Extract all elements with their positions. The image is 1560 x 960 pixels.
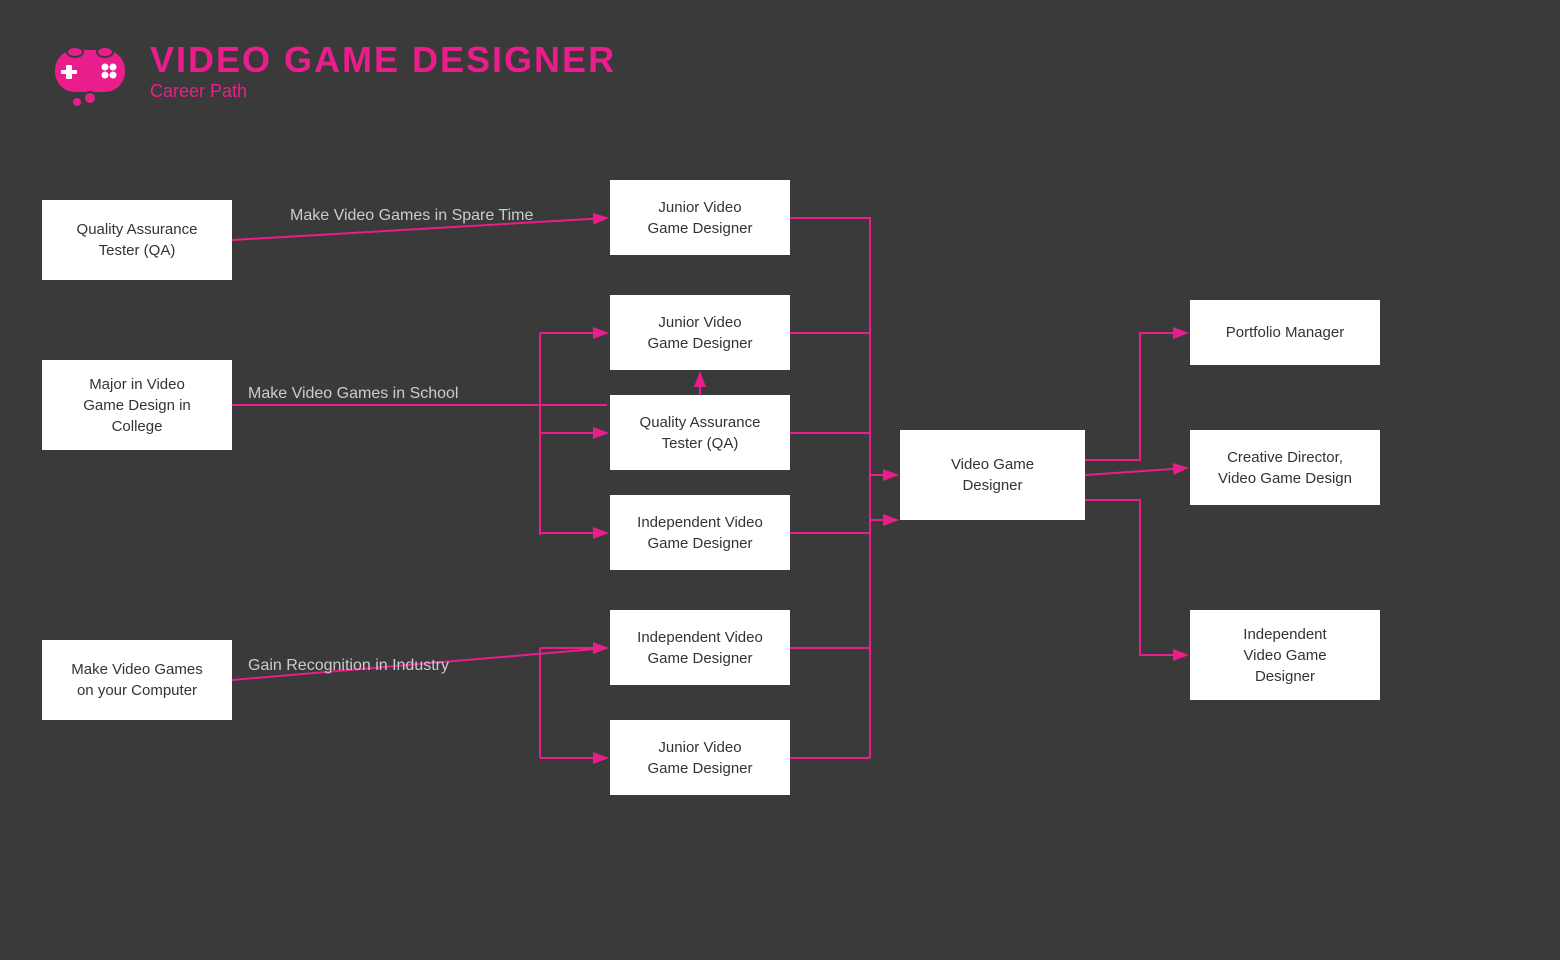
svg-text:Gain Recognition in Industry: Gain Recognition in Industry xyxy=(248,657,449,674)
node-portfolio-manager: Portfolio Manager xyxy=(1190,300,1380,365)
node-junior-bottom: Junior Video Game Designer xyxy=(610,720,790,795)
svg-text:Make Video Games in Spare Time: Make Video Games in Spare Time xyxy=(290,207,533,224)
node-indie-bottom1: Independent Video Game Designer xyxy=(610,610,790,685)
node-qa-mid: Quality Assurance Tester (QA) xyxy=(610,395,790,470)
header-title: VIDEO GAME DESIGNER xyxy=(150,39,616,81)
header-subtitle: Career Path xyxy=(150,81,616,102)
svg-text:Make Video Games in School: Make Video Games in School xyxy=(248,385,458,402)
header: VIDEO GAME DESIGNER Career Path xyxy=(0,0,1560,140)
node-indie-final: Independent Video Game Designer xyxy=(1190,610,1380,700)
node-junior-mid: Junior Video Game Designer xyxy=(610,295,790,370)
node-junior-top: Junior Video Game Designer xyxy=(610,180,790,255)
diagram: Make Video Games in Spare Time Make Vide… xyxy=(0,140,1560,960)
node-creative-director: Creative Director, Video Game Design xyxy=(1190,430,1380,505)
node-qa-tester-start: Quality Assurance Tester (QA) xyxy=(42,200,232,280)
header-text: VIDEO GAME DESIGNER Career Path xyxy=(150,39,616,102)
node-college-major: Major in Video Game Design in College xyxy=(42,360,232,450)
node-make-games-computer: Make Video Games on your Computer xyxy=(42,640,232,720)
logo xyxy=(50,30,130,110)
node-video-game-designer: Video Game Designer xyxy=(900,430,1085,520)
node-indie-mid: Independent Video Game Designer xyxy=(610,495,790,570)
